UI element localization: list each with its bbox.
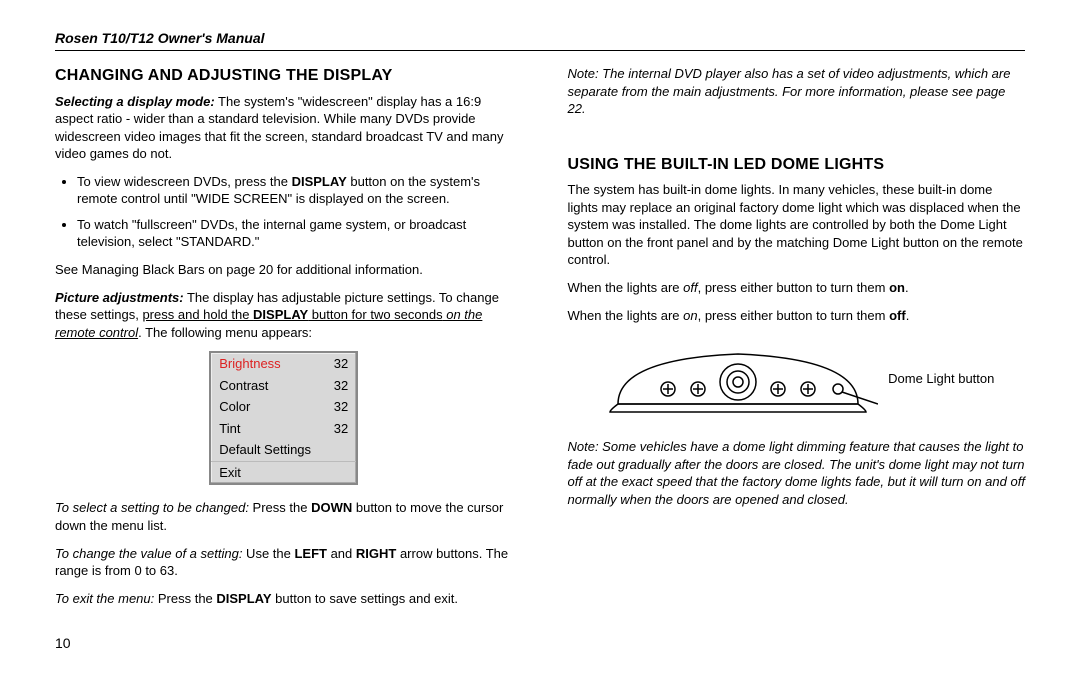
manual-header: Rosen T10/T12 Owner's Manual: [55, 30, 1025, 51]
menu-value: 32: [324, 420, 348, 438]
dome-light-callout: Dome Light button: [888, 371, 994, 387]
settings-menu-wrap: Brightness32Contrast32Color32Tint32Defau…: [55, 351, 513, 485]
menu-value: [324, 441, 348, 459]
menu-row: Default Settings: [211, 439, 356, 461]
section-heading-dome: USING THE BUILT-IN LED DOME LIGHTS: [568, 154, 1026, 176]
left-column: CHANGING AND ADJUSTING THE DISPLAY Selec…: [55, 65, 513, 617]
content-columns: CHANGING AND ADJUSTING THE DISPLAY Selec…: [55, 65, 1025, 617]
picture-adjustments-paragraph: Picture adjustments: The display has adj…: [55, 289, 513, 342]
exit-menu-paragraph: To exit the menu: Press the DISPLAY butt…: [55, 590, 513, 608]
menu-row: Color32: [211, 396, 356, 418]
menu-label: Color: [219, 398, 324, 416]
right-column: Note: The internal DVD player also has a…: [568, 65, 1026, 617]
menu-row: Tint32: [211, 418, 356, 440]
lead-label: Selecting a display mode:: [55, 94, 215, 109]
device-panel-icon: [598, 334, 878, 424]
select-setting-paragraph: To select a setting to be changed: Press…: [55, 499, 513, 534]
black-bars-reference: See Managing Black Bars on page 20 for a…: [55, 261, 513, 279]
dome-off-paragraph: When the lights are off, press either bu…: [568, 279, 1026, 297]
menu-label: Exit: [219, 464, 324, 482]
menu-value: [324, 464, 348, 482]
section-heading-display: CHANGING AND ADJUSTING THE DISPLAY: [55, 65, 513, 87]
menu-row: Contrast32: [211, 375, 356, 397]
page-number: 10: [55, 635, 1025, 651]
dome-on-paragraph: When the lights are on, press either but…: [568, 307, 1026, 325]
menu-row: Exit: [211, 461, 356, 484]
change-value-paragraph: To change the value of a setting: Use th…: [55, 545, 513, 580]
menu-label: Contrast: [219, 377, 324, 395]
dome-intro-paragraph: The system has built-in dome lights. In …: [568, 181, 1026, 269]
dvd-player-note: Note: The internal DVD player also has a…: [568, 65, 1026, 118]
menu-label: Brightness: [219, 355, 324, 373]
list-item: To watch "fullscreen" DVDs, the internal…: [77, 216, 513, 251]
dimming-note: Note: Some vehicles have a dome light di…: [568, 438, 1026, 508]
menu-label: Tint: [219, 420, 324, 438]
display-mode-list: To view widescreen DVDs, press the DISPL…: [55, 173, 513, 251]
menu-row: Brightness32: [211, 353, 356, 375]
menu-value: 32: [324, 355, 348, 373]
dome-diagram-wrap: Dome Light button: [568, 334, 1026, 424]
settings-menu: Brightness32Contrast32Color32Tint32Defau…: [209, 351, 358, 485]
menu-label: Default Settings: [219, 441, 324, 459]
display-mode-paragraph: Selecting a display mode: The system's "…: [55, 93, 513, 163]
menu-value: 32: [324, 398, 348, 416]
list-item: To view widescreen DVDs, press the DISPL…: [77, 173, 513, 208]
menu-value: 32: [324, 377, 348, 395]
